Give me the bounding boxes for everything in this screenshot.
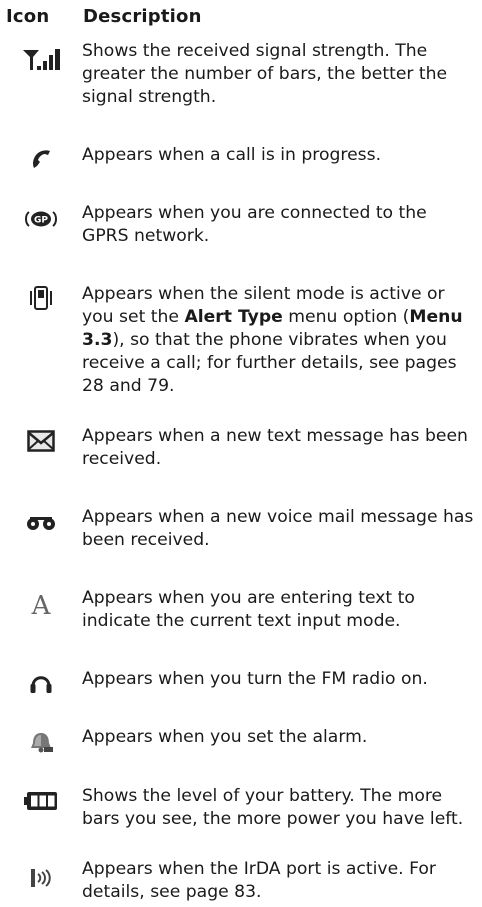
signal-strength-icon bbox=[0, 42, 82, 72]
icon-column-header: Icon bbox=[6, 6, 50, 27]
row-description: Appears when you are entering text to in… bbox=[82, 588, 415, 631]
table-row: Appears when a call is in progress. bbox=[0, 145, 482, 170]
table-row: Appears when you set the alarm. bbox=[0, 727, 482, 754]
text-input-mode-icon: A bbox=[0, 589, 82, 617]
table-row: Appears when the silent mode is active o… bbox=[0, 284, 482, 398]
row-description: Appears when you turn the FM radio on. bbox=[82, 669, 428, 689]
table-row: Shows the level of your battery. The mor… bbox=[0, 786, 482, 831]
row-description: Appears when you set the alarm. bbox=[82, 727, 368, 747]
battery-icon bbox=[0, 787, 82, 811]
table-row: GP Appears when you are connected to the… bbox=[0, 203, 482, 248]
fm-radio-icon bbox=[0, 670, 82, 694]
voice-mail-icon bbox=[0, 508, 82, 531]
row-description: Appears when a new voice mail message ha… bbox=[82, 507, 474, 550]
text-message-icon bbox=[0, 427, 82, 452]
row-description: Appears when you are connected to the GP… bbox=[82, 203, 427, 246]
call-in-progress-icon bbox=[0, 146, 82, 170]
row-description: Shows the level of your battery. The mor… bbox=[82, 786, 464, 829]
gprs-icon: GP bbox=[0, 204, 82, 228]
table-row: Appears when the IrDA port is active. Fo… bbox=[0, 859, 482, 904]
svg-text:A: A bbox=[31, 591, 52, 617]
table-row: Appears when a new text message has been… bbox=[0, 426, 482, 471]
svg-text:GP: GP bbox=[34, 216, 48, 226]
vibrate-icon bbox=[0, 285, 82, 311]
table-header: Icon Description bbox=[6, 6, 482, 27]
table-row: Appears when a new voice mail message ha… bbox=[0, 507, 482, 552]
row-description: Appears when the silent mode is active o… bbox=[82, 284, 463, 396]
row-description: Appears when a call is in progress. bbox=[82, 145, 382, 165]
table-row: Shows the received signal strength. The … bbox=[0, 41, 482, 109]
irda-icon bbox=[0, 860, 82, 890]
description-column-header: Description bbox=[83, 6, 202, 27]
alarm-icon bbox=[0, 728, 82, 754]
row-description: Shows the received signal strength. The … bbox=[82, 41, 448, 107]
table-row: A Appears when you are entering text to … bbox=[0, 588, 482, 633]
table-row: Appears when you turn the FM radio on. bbox=[0, 669, 482, 694]
row-description: Appears when a new text message has been… bbox=[82, 426, 468, 469]
row-description: Appears when the IrDA port is active. Fo… bbox=[82, 859, 436, 902]
